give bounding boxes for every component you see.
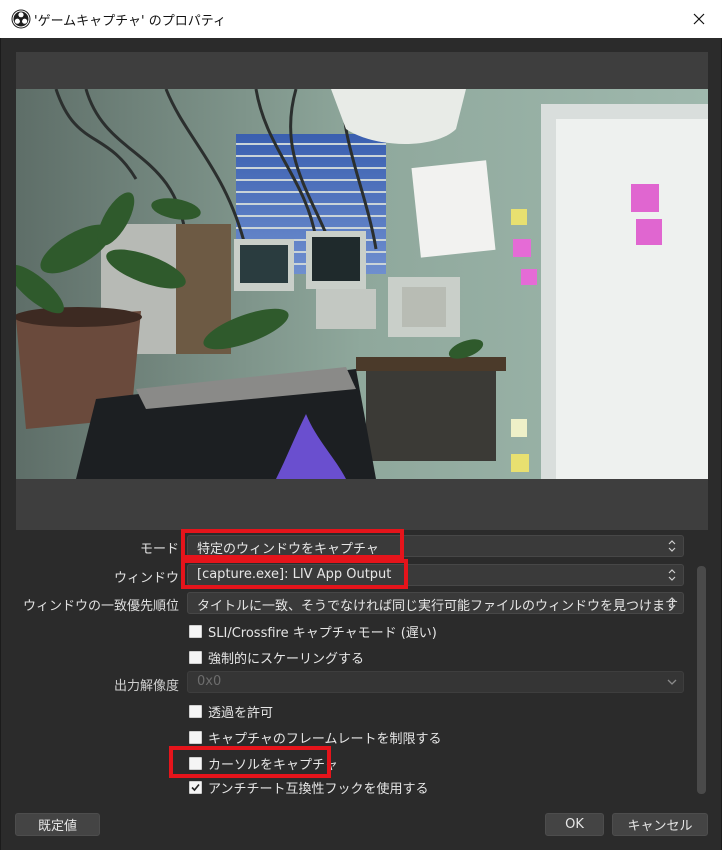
updown-arrows-icon (668, 597, 676, 609)
updown-arrows-icon (668, 569, 676, 581)
checkbox-box[interactable] (189, 705, 202, 718)
highlight-window-box (181, 559, 408, 589)
mode-label: モード (139, 542, 179, 557)
force-scaling-label: 強制的にスケーリングする (208, 652, 365, 667)
window-label: ウィンドウ (113, 571, 179, 586)
window-title: 'ゲームキャプチャ' のプロパティ (34, 14, 226, 29)
force-scaling-checkbox[interactable]: 強制的にスケーリングする (189, 648, 364, 667)
match-priority-value: タイトルに一致、そうでなければ同じ実行可能ファイルのウィンドウを見つけます (197, 599, 679, 614)
match-priority-select[interactable]: タイトルに一致、そうでなければ同じ実行可能ファイルのウィンドウを見つけます (187, 592, 684, 614)
preview-panel (16, 52, 708, 530)
checkbox-box[interactable] (189, 651, 202, 664)
cancel-button[interactable]: キャンセル (612, 813, 708, 836)
sli-crossfire-checkbox[interactable]: SLI/Crossfire キャプチャモード (遅い) (189, 622, 437, 641)
properties-dialog: モード 特定のウィンドウをキャプチャ ウィンドウ [capture.exe]: … (0, 38, 722, 850)
checkbox-box[interactable] (189, 731, 202, 744)
close-button[interactable] (676, 0, 722, 38)
anticheat-hook-label: アンチチート互換性フックを使用する (208, 782, 429, 795)
checkmark-icon (191, 783, 200, 792)
output-resolution-label: 出力解像度 (113, 679, 179, 694)
allow-transparency-checkbox[interactable]: 透過を許可 (189, 702, 273, 721)
allow-transparency-label: 透過を許可 (208, 706, 274, 721)
output-resolution-select[interactable]: 0x0 (187, 671, 684, 693)
scrollbar-thumb[interactable] (697, 566, 706, 794)
anticheat-hook-checkbox[interactable]: アンチチート互換性フックを使用する (189, 780, 428, 795)
close-icon (693, 13, 705, 25)
checkbox-box[interactable] (189, 625, 202, 638)
title-bar: 'ゲームキャプチャ' のプロパティ (0, 0, 722, 38)
updown-arrows-icon (668, 540, 676, 552)
properties-scrollbar[interactable] (697, 566, 706, 796)
highlight-cursor-box (169, 746, 331, 778)
match-priority-label: ウィンドウの一致優先順位 (22, 599, 179, 614)
checkbox-box[interactable] (189, 781, 202, 794)
game-capture-preview (16, 89, 708, 479)
preview-scene-image (16, 89, 708, 479)
output-resolution-value: 0x0 (197, 674, 222, 689)
highlight-mode-box (181, 529, 404, 559)
limit-framerate-label: キャプチャのフレームレートを制限する (208, 732, 442, 747)
ok-button[interactable]: OK (545, 813, 604, 836)
sli-crossfire-label: SLI/Crossfire キャプチャモード (遅い) (208, 626, 437, 641)
defaults-button[interactable]: 既定値 (15, 813, 100, 836)
chevron-down-icon (667, 679, 677, 685)
obs-logo-icon (11, 9, 31, 29)
limit-framerate-checkbox[interactable]: キャプチャのフレームレートを制限する (189, 728, 441, 747)
